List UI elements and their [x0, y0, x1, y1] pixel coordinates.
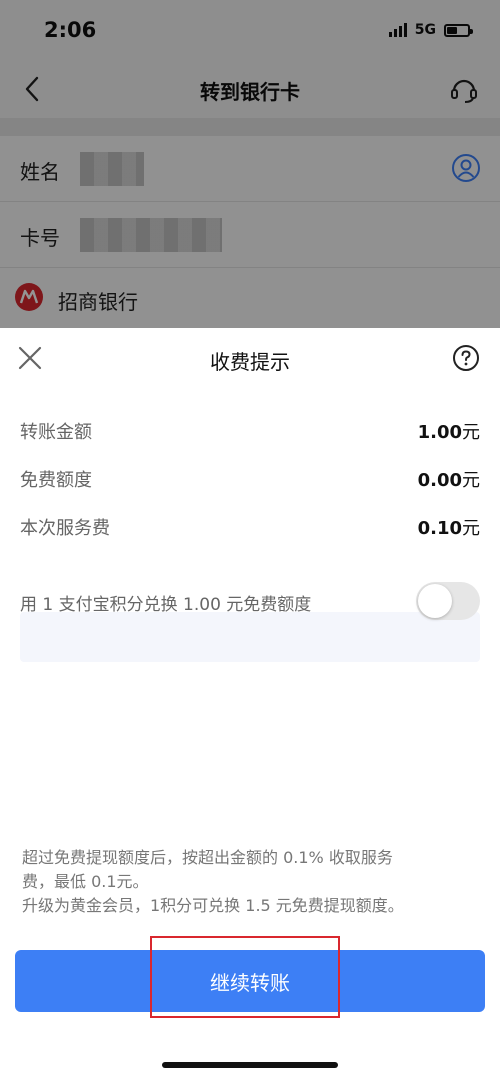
fee-label: 转账金额 — [20, 422, 92, 443]
modal-overlay[interactable] — [0, 0, 500, 330]
fee-row-amount: 转账金额 1.00元 — [20, 416, 480, 446]
points-exchange-label: 用 1 支付宝积分兑换 1.00 元免费额度 — [20, 595, 312, 615]
note-line: 升级为黄金会员，1积分可兑换 1.5 元免费提现额度。 — [22, 896, 404, 915]
home-indicator[interactable] — [162, 1062, 338, 1068]
fee-notes: 超过免费提现额度后，按超出金额的 0.1% 收取服务 费，最低 0.1元。 升级… — [22, 846, 482, 918]
fee-sheet: 收费提示 转账金额 1.00元 免费额度 0.00元 本次服务费 0.10元 用… — [0, 328, 500, 1082]
note-line: 超过免费提现额度后，按超出金额的 0.1% 收取服务 — [22, 848, 393, 867]
fee-row-free-quota: 免费额度 0.00元 — [20, 464, 480, 494]
fee-value: 1.00元 — [417, 422, 480, 443]
fee-row-service-fee: 本次服务费 0.10元 — [20, 512, 480, 542]
fee-value: 0.10元 — [417, 518, 480, 539]
fee-label: 免费额度 — [20, 470, 92, 491]
sheet-title: 收费提示 — [210, 350, 290, 374]
question-circle-icon[interactable] — [452, 344, 480, 372]
sheet-header: 收费提示 — [0, 328, 500, 392]
note-line: 费，最低 0.1元。 — [22, 872, 149, 891]
fee-label: 本次服务费 — [20, 518, 110, 539]
highlight-annotation — [150, 936, 340, 1018]
points-exchange-row: 用 1 支付宝积分兑换 1.00 元免费额度 — [20, 582, 480, 622]
fee-value: 0.00元 — [417, 470, 480, 491]
toggle-knob — [418, 584, 452, 618]
background-page: 2:06 5G 转到银行卡 姓名 卡号 招商银行 — [0, 0, 500, 330]
points-exchange-toggle[interactable] — [416, 582, 480, 620]
